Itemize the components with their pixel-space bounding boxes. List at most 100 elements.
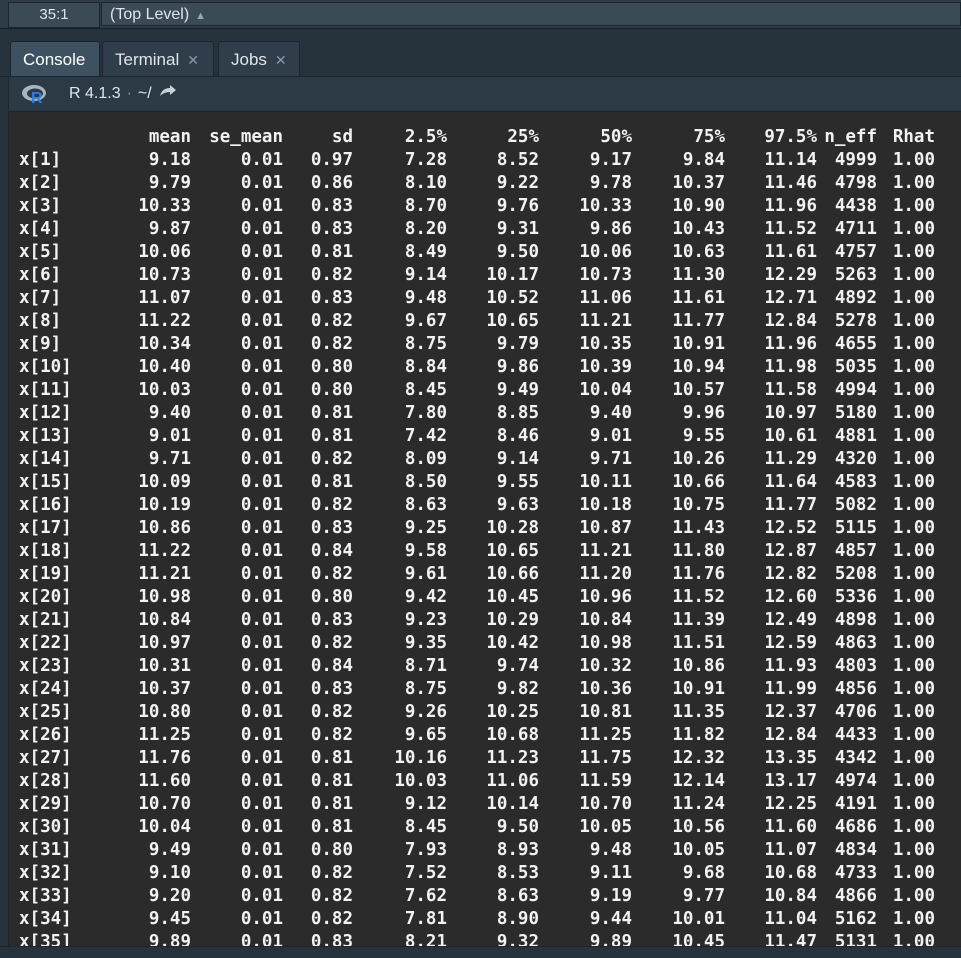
- table-cell: 11.75: [579, 748, 632, 768]
- table-cell: 11.52: [764, 219, 817, 239]
- table-cell: 0.81: [310, 817, 353, 837]
- table-cell: 4191: [834, 794, 877, 814]
- table-cell: 8.50: [404, 472, 447, 492]
- table-cell: 10.91: [672, 679, 725, 699]
- table-cell: 4655: [834, 334, 877, 354]
- table-cell: 11.14: [764, 150, 817, 170]
- table-cell: 1.00: [892, 196, 935, 216]
- column-header: sd: [331, 127, 353, 147]
- table-cell: 11.06: [486, 771, 539, 791]
- table-cell: 9.14: [404, 265, 447, 285]
- table-cell: 9.86: [589, 219, 632, 239]
- table-cell: 9.01: [589, 426, 632, 446]
- table-cell: 1.00: [892, 610, 935, 630]
- table-cell: 10.90: [672, 196, 725, 216]
- table-row: x[31] 9.49 0.01 0.80 7.93 8.93 9.48 10.05 11.07 4…: [19, 839, 935, 862]
- table-cell: 1.00: [892, 679, 935, 699]
- table-cell: 0.01: [240, 932, 283, 947]
- go-to-directory-icon[interactable]: [158, 83, 178, 105]
- table-cell: 10.33: [579, 196, 632, 216]
- cursor-position[interactable]: 35:1: [8, 2, 100, 28]
- table-cell: 9.23: [404, 610, 447, 630]
- table-cell: 11.24: [672, 794, 725, 814]
- table-cell: 0.82: [310, 633, 353, 653]
- table-cell: 9.22: [496, 173, 539, 193]
- table-cell: 4686: [834, 817, 877, 837]
- table-cell: 1.00: [892, 288, 935, 308]
- table-cell: 0.84: [310, 656, 353, 676]
- table-cell: 10.01: [672, 909, 725, 929]
- tab-terminal[interactable]: Terminal ✕: [102, 41, 214, 76]
- table-row: x[19] 11.21 0.01 0.82 9.61 10.66 11.20 11.76 12.…: [19, 563, 935, 586]
- table-cell: 11.93: [764, 656, 817, 676]
- console-output[interactable]: mean se_mean sd 2.5% 25% 50% 75% 97.5% n_eff Rhat…: [8, 111, 961, 947]
- scope-selector[interactable]: (Top Level) ▲︎: [101, 2, 961, 26]
- table-cell: 0.01: [240, 150, 283, 170]
- pane-bottom-border: [0, 946, 961, 958]
- table-cell: 0.83: [310, 219, 353, 239]
- table-cell: 9.40: [589, 403, 632, 423]
- table-cell: 8.10: [404, 173, 447, 193]
- tab-terminal-label: Terminal: [115, 50, 180, 69]
- updown-arrows-icon: ▲︎: [195, 10, 207, 22]
- editor-status-bar: 35:1 (Top Level) ▲︎: [0, 0, 961, 29]
- r-version: R 4.1.3: [69, 85, 121, 102]
- table-cell: 12.32: [672, 748, 725, 768]
- table-cell: 9.58: [404, 541, 447, 561]
- table-cell: 9.65: [404, 725, 447, 745]
- table-cell: 9.68: [682, 863, 725, 883]
- table-cell: 10.25: [486, 702, 539, 722]
- table-cell: 9.10: [148, 863, 191, 883]
- table-cell: 9.74: [496, 656, 539, 676]
- close-icon[interactable]: ✕: [187, 52, 199, 68]
- pane-gap: [0, 29, 961, 39]
- table-cell: 9.40: [148, 403, 191, 423]
- table-cell: 10.86: [672, 656, 725, 676]
- table-cell: 11.77: [672, 311, 725, 331]
- table-cell: 11.96: [764, 334, 817, 354]
- table-cell: 9.42: [404, 587, 447, 607]
- table-row: x[2] 9.79 0.01 0.86 8.10 9.22 9.78 10.37 11.46 47…: [19, 172, 935, 195]
- table-cell: 9.87: [148, 219, 191, 239]
- row-label: x[5]: [19, 242, 62, 262]
- table-cell: 10.35: [579, 334, 632, 354]
- table-cell: 10.14: [486, 794, 539, 814]
- table-cell: 0.01: [240, 472, 283, 492]
- table-header-row: mean se_mean sd 2.5% 25% 50% 75% 97.5% n_eff Rhat: [19, 126, 935, 149]
- table-cell: 10.40: [138, 357, 191, 377]
- table-cell: 11.96: [764, 196, 817, 216]
- table-cell: 10.84: [579, 610, 632, 630]
- table-cell: 4834: [834, 840, 877, 860]
- table-cell: 1.00: [892, 472, 935, 492]
- row-label: x[25]: [19, 702, 72, 722]
- table-cell: 0.01: [240, 495, 283, 515]
- table-cell: 10.37: [138, 679, 191, 699]
- table-cell: 0.80: [310, 357, 353, 377]
- table-cell: 10.56: [672, 817, 725, 837]
- table-cell: 10.04: [579, 380, 632, 400]
- table-cell: 9.82: [496, 679, 539, 699]
- table-cell: 13.17: [764, 771, 817, 791]
- row-label: x[6]: [19, 265, 62, 285]
- table-cell: 10.68: [486, 725, 539, 745]
- table-cell: 4711: [834, 219, 877, 239]
- table-cell: 0.80: [310, 587, 353, 607]
- table-cell: 10.70: [138, 794, 191, 814]
- row-label: x[3]: [19, 196, 62, 216]
- table-cell: 4342: [834, 748, 877, 768]
- table-cell: 8.75: [404, 334, 447, 354]
- table-cell: 10.06: [138, 242, 191, 262]
- table-cell: 0.84: [310, 541, 353, 561]
- table-cell: 10.68: [764, 863, 817, 883]
- table-cell: 0.01: [240, 518, 283, 538]
- table-cell: 5336: [834, 587, 877, 607]
- tab-console[interactable]: Console: [10, 41, 100, 76]
- table-cell: 11.06: [579, 288, 632, 308]
- table-cell: 8.70: [404, 196, 447, 216]
- row-label: x[17]: [19, 518, 72, 538]
- table-cell: 10.29: [486, 610, 539, 630]
- close-icon[interactable]: ✕: [275, 52, 287, 68]
- tab-jobs[interactable]: Jobs ✕: [218, 41, 300, 76]
- table-cell: 9.14: [496, 449, 539, 469]
- table-cell: 8.71: [404, 656, 447, 676]
